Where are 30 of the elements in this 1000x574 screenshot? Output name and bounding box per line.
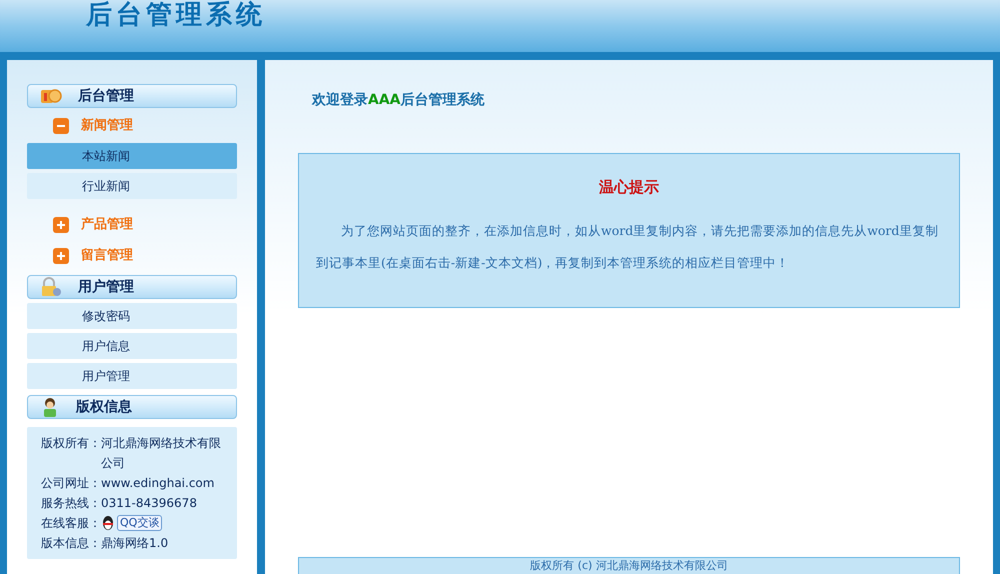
info-label: 版本信息： bbox=[41, 535, 101, 552]
section-header[interactable]: 后台管理 bbox=[27, 84, 237, 108]
info-value: www.edinghai.com bbox=[101, 475, 214, 492]
info-value: 鼎海网络1.0 bbox=[101, 535, 168, 552]
site-title: 后台管理系统 bbox=[86, 0, 266, 30]
notice-title: 温心提示 bbox=[599, 177, 659, 198]
section-header[interactable]: 版权信息 bbox=[27, 395, 237, 419]
info-label: 版权所有： bbox=[41, 435, 101, 452]
menu-item[interactable]: 修改密码 bbox=[27, 303, 237, 329]
notice-text: 为了您网站页面的整齐，在添加信息时，如从word里复制内容，请先把需要添加的信息先从word里复制到记事本里(在桌面右击-新建-文本文档)，再复制到本管理系统的相应栏目管理中！ bbox=[316, 222, 940, 272]
menu-item[interactable]: 行业新闻 bbox=[27, 173, 237, 199]
section-header[interactable]: 用户管理 bbox=[27, 275, 237, 299]
info-label: 服务热线： bbox=[41, 495, 101, 512]
footer-text: 版权所有 (c) 河北鼎海网络技术有限公司 bbox=[530, 558, 728, 574]
section-title: 版权信息 bbox=[76, 398, 132, 416]
menu-item[interactable]: 用户管理 bbox=[27, 363, 237, 389]
lock-icon bbox=[40, 277, 62, 297]
penguin-icon bbox=[101, 515, 115, 531]
welcome-heading: 欢迎登录AAA后台管理系统 bbox=[312, 91, 486, 110]
menu-item[interactable]: 用户信息 bbox=[27, 333, 237, 359]
info-value: 0311-84396678 bbox=[101, 495, 197, 512]
group-label: 产品管理 bbox=[81, 216, 133, 234]
info-label: 公司网址： bbox=[41, 475, 101, 492]
section-title: 后台管理 bbox=[78, 86, 134, 106]
menu-item[interactable]: 本站新闻 bbox=[27, 143, 237, 169]
chat-button[interactable]: QQ交谈 bbox=[117, 515, 162, 531]
info-label: 在线客服： bbox=[41, 515, 101, 532]
group-label: 新闻管理 bbox=[81, 116, 133, 135]
section-title: 用户管理 bbox=[78, 278, 134, 296]
group-label: 留言管理 bbox=[81, 246, 133, 265]
